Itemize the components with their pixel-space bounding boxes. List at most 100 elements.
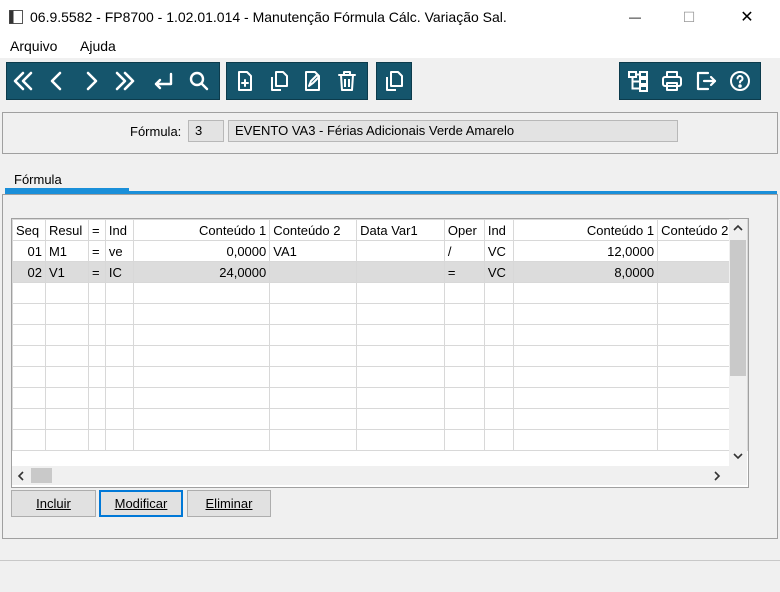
cell-conteudo1-2: 12,0000	[512, 240, 659, 262]
formula-label: Fórmula:	[130, 124, 182, 139]
maximize-button[interactable]: ☐	[662, 0, 716, 34]
scroll-left-icon[interactable]	[15, 470, 27, 485]
column-header-resul[interactable]: Resul	[44, 219, 89, 241]
table-row-empty[interactable]	[12, 303, 748, 325]
next-button[interactable]	[75, 63, 107, 99]
table-row-selected[interactable]: 02 V1 = IC 24,0000 = VC 8,0000	[12, 261, 748, 283]
edit-record-button[interactable]	[297, 63, 329, 99]
return-icon	[154, 72, 173, 90]
cell-oper: =	[443, 261, 485, 283]
column-header-conteudo1-2[interactable]: Conteúdo 1	[512, 219, 659, 241]
toolbar-navigation-group	[6, 62, 220, 100]
column-header-ind[interactable]: Ind	[104, 219, 134, 241]
delete-icon	[338, 71, 356, 91]
print-button[interactable]	[656, 63, 688, 99]
search-icon	[189, 71, 209, 91]
copy-record-icon	[271, 71, 288, 91]
menu-bar	[0, 34, 780, 58]
new-record-button[interactable]	[229, 63, 261, 99]
copy-record-button[interactable]	[263, 63, 295, 99]
cell-resul: M1	[44, 240, 89, 262]
cell-data-var1	[356, 261, 445, 283]
menu-arquivo[interactable]: Arquivo	[10, 38, 57, 54]
structure-button[interactable]	[622, 63, 654, 99]
tab-formula-label: Fórmula	[14, 172, 62, 187]
duplicate-button[interactable]	[378, 63, 410, 99]
next-icon	[86, 71, 98, 91]
cell-ind2: VC	[483, 261, 514, 283]
column-header-conteudo2[interactable]: Conteúdo 2	[269, 219, 358, 241]
cell-conteudo2	[269, 261, 358, 283]
maximize-icon: ☐	[682, 8, 696, 25]
return-button[interactable]	[147, 63, 179, 99]
duplicate-icon	[386, 71, 403, 91]
cell-conteudo1: 24,0000	[132, 261, 271, 283]
help-icon	[730, 71, 750, 91]
scroll-down-icon[interactable]	[731, 450, 745, 465]
column-header-seq[interactable]: Seq	[12, 219, 46, 241]
last-button[interactable]	[109, 63, 141, 99]
first-icon	[13, 71, 33, 91]
status-bar	[0, 560, 780, 592]
column-header-conteudo1[interactable]: Conteúdo 1	[132, 219, 271, 241]
horizontal-scrollbar[interactable]	[12, 466, 729, 485]
menu-ajuda[interactable]: Ajuda	[80, 38, 116, 54]
cell-oper: /	[443, 240, 485, 262]
cell-resul: V1	[44, 261, 89, 283]
new-record-icon	[238, 71, 252, 91]
table-row-empty[interactable]	[12, 429, 748, 451]
cell-data-var1	[356, 240, 445, 262]
cell-conteudo1-2: 8,0000	[512, 261, 659, 283]
table-row-empty[interactable]	[12, 345, 748, 367]
cell-equals: =	[87, 261, 106, 283]
close-button[interactable]: ✕	[720, 0, 774, 34]
formula-table: Seq Resul = Ind Conteúdo 1 Conteúdo 2 Da…	[12, 219, 748, 451]
scroll-up-icon[interactable]	[731, 222, 745, 237]
table-row-empty[interactable]	[12, 282, 748, 304]
exit-icon	[696, 71, 717, 91]
delete-record-button[interactable]: Eliminar	[187, 490, 271, 517]
search-button[interactable]	[183, 63, 215, 99]
column-header-equals[interactable]: =	[87, 219, 106, 241]
previous-button[interactable]	[41, 63, 73, 99]
minimize-button[interactable]: —	[608, 0, 662, 34]
table-row-empty[interactable]	[12, 366, 748, 388]
structure-icon	[628, 71, 648, 92]
print-icon	[662, 71, 682, 91]
formula-code-field[interactable]: 3	[188, 120, 224, 142]
vertical-scroll-thumb[interactable]	[730, 240, 746, 376]
exit-button[interactable]	[690, 63, 722, 99]
cell-ind: ve	[104, 240, 134, 262]
close-icon: ✕	[740, 9, 754, 26]
cell-seq: 02	[12, 261, 46, 283]
table-row-empty[interactable]	[12, 324, 748, 346]
formula-grid[interactable]: Seq Resul = Ind Conteúdo 1 Conteúdo 2 Da…	[11, 218, 749, 488]
cell-ind: IC	[104, 261, 134, 283]
cell-seq: 01	[12, 240, 46, 262]
toolbar-system-group	[619, 62, 761, 100]
cell-ind2: VC	[483, 240, 514, 262]
column-header-oper[interactable]: Oper	[443, 219, 485, 241]
toolbar-duplicate-group	[376, 62, 412, 100]
grid-header-row: Seq Resul = Ind Conteúdo 1 Conteúdo 2 Da…	[12, 219, 748, 241]
edit-record-icon	[305, 71, 320, 91]
column-header-data-var1[interactable]: Data Var1	[356, 219, 445, 241]
delete-button[interactable]	[331, 63, 363, 99]
toolbar-record-group	[226, 62, 368, 100]
scroll-right-icon[interactable]	[711, 470, 723, 485]
first-button[interactable]	[7, 63, 39, 99]
table-row-empty[interactable]	[12, 387, 748, 409]
app-icon	[9, 10, 23, 24]
include-button[interactable]: Incluir	[11, 490, 96, 517]
modify-button[interactable]: Modificar	[99, 490, 183, 517]
help-button[interactable]	[724, 63, 756, 99]
column-header-ind2[interactable]: Ind	[483, 219, 514, 241]
cell-conteudo2: VA1	[269, 240, 358, 262]
window-title: 06.9.5582 - FP8700 - 1.02.01.014 - Manut…	[30, 9, 507, 25]
formula-description-field: EVENTO VA3 - Férias Adicionais Verde Ama…	[228, 120, 678, 142]
table-row-empty[interactable]	[12, 408, 748, 430]
table-row[interactable]: 01 M1 = ve 0,0000 VA1 / VC 12,0000	[12, 240, 748, 262]
cell-conteudo1: 0,0000	[132, 240, 271, 262]
cell-equals: =	[87, 240, 106, 262]
horizontal-scroll-thumb[interactable]	[31, 468, 52, 483]
